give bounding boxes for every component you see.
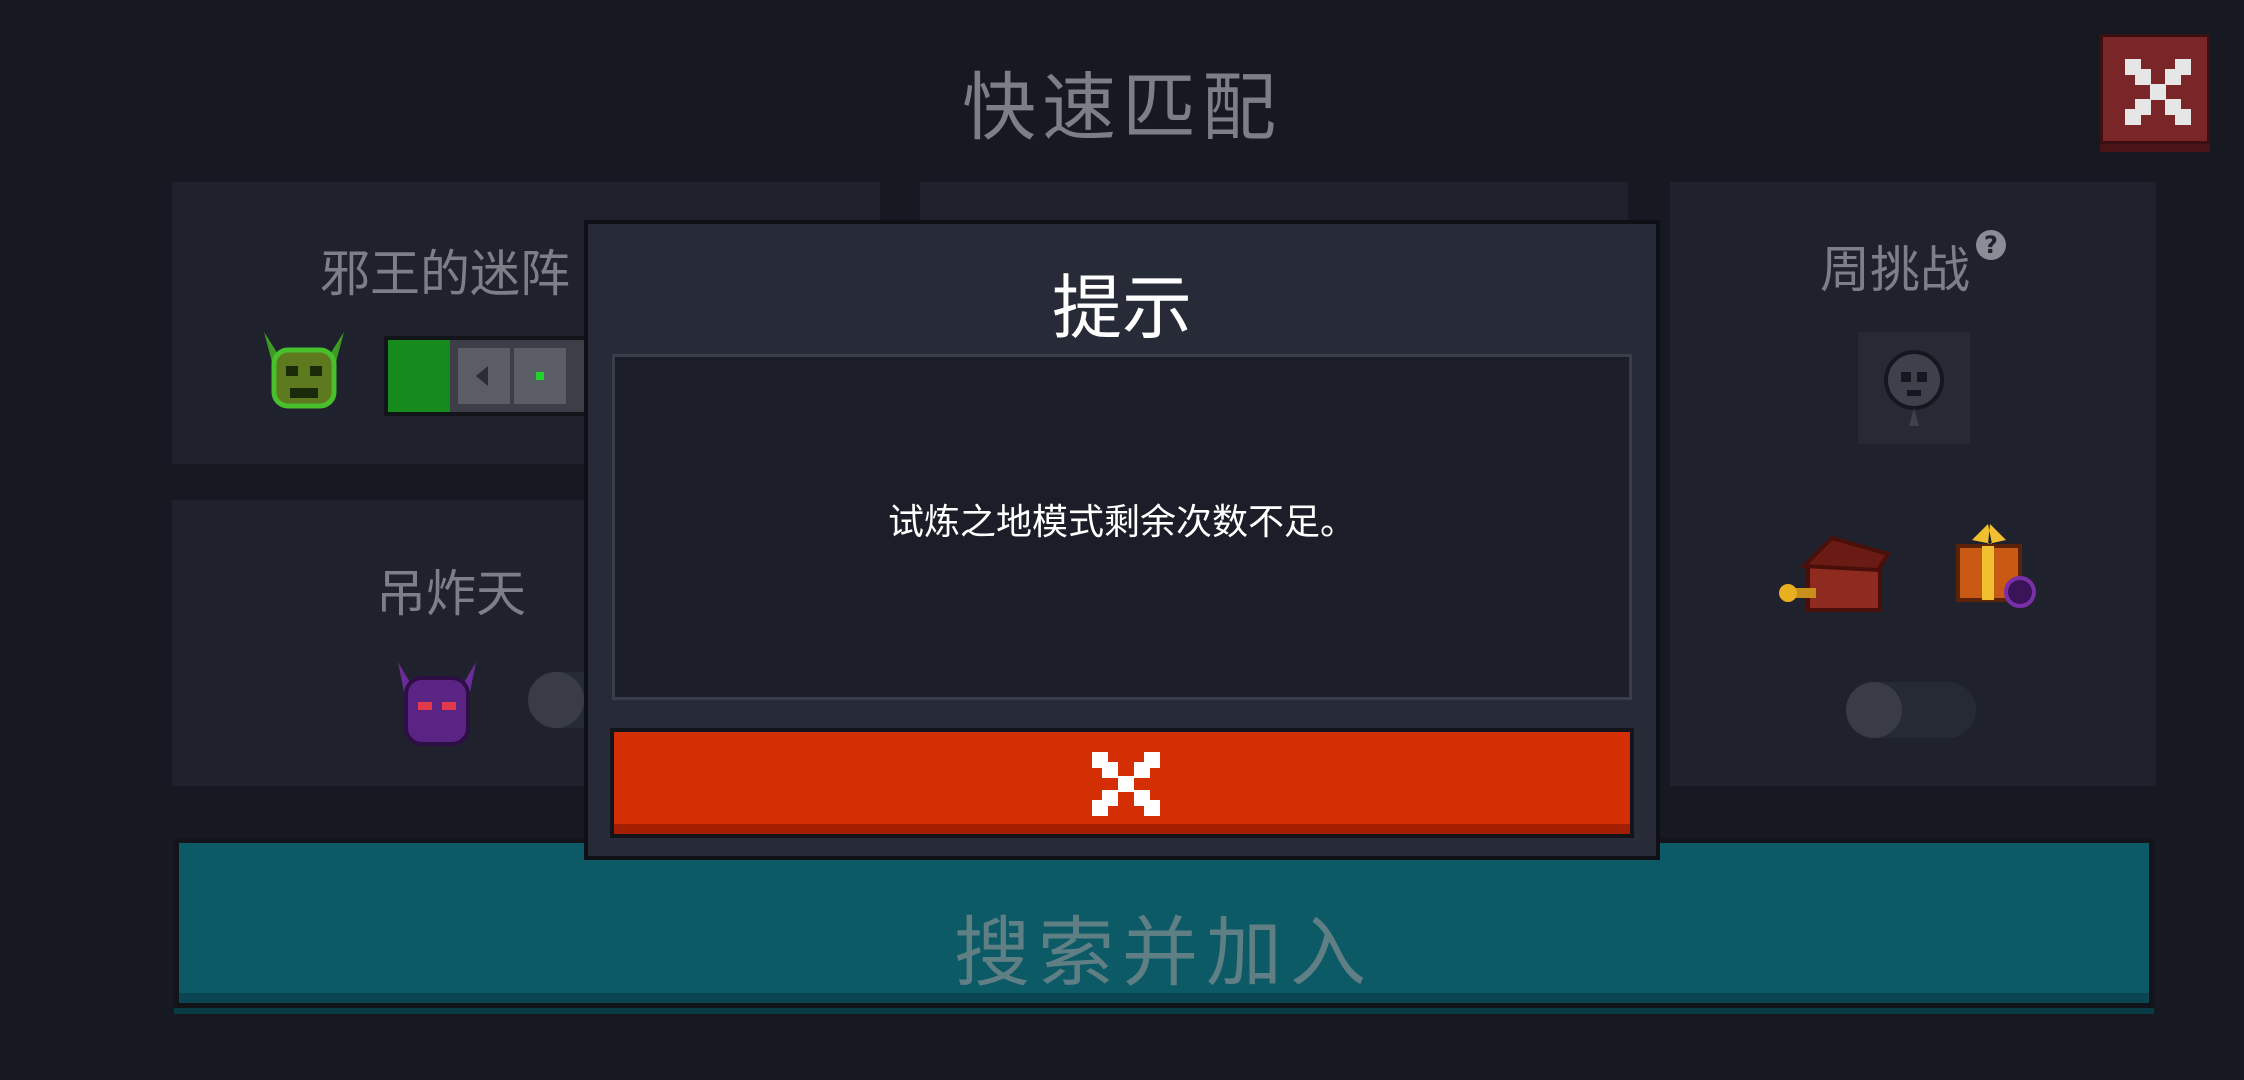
card-weekly-challenge[interactable]: 周挑战? bbox=[1670, 182, 2156, 786]
dialog-close-button[interactable] bbox=[610, 728, 1634, 838]
search-and-join-button[interactable]: 搜索并加入 bbox=[174, 838, 2154, 1008]
dialog-body: 试炼之地模式剩余次数不足。 bbox=[612, 354, 1632, 700]
gray-skull-balloon-icon bbox=[1884, 350, 1944, 426]
alert-dialog: 提示 试炼之地模式剩余次数不足。 bbox=[584, 220, 1660, 860]
card-title: 周挑战? bbox=[1670, 230, 2156, 302]
dialog-message: 试炼之地模式剩余次数不足。 bbox=[887, 502, 1356, 543]
search-and-join-label: 搜索并加入 bbox=[954, 908, 1374, 997]
toggle-switch[interactable] bbox=[1846, 682, 1976, 738]
horned-skull-icon bbox=[264, 332, 344, 409]
weekly-icon-slot bbox=[1858, 332, 1970, 444]
question-icon[interactable]: ? bbox=[1976, 230, 2006, 260]
close-icon bbox=[1092, 752, 1160, 816]
selector-left-arrow[interactable] bbox=[458, 348, 510, 404]
toggle-knob bbox=[1846, 682, 1902, 738]
difficulty-selector[interactable] bbox=[384, 336, 614, 416]
selector-dot bbox=[514, 348, 566, 404]
close-button[interactable] bbox=[2100, 34, 2210, 144]
selector-fill bbox=[388, 340, 450, 412]
gift-box-icon bbox=[1956, 524, 2036, 608]
toggle-knob bbox=[528, 672, 584, 728]
treasure-chest-key-icon bbox=[1779, 535, 1892, 612]
dialog-title: 提示 bbox=[1052, 267, 1192, 349]
page-title: 快速匹配 bbox=[962, 65, 1282, 151]
close-icon bbox=[2125, 59, 2191, 125]
card-title-text: 周挑战 bbox=[1820, 241, 1970, 299]
purple-demon-helmet-icon bbox=[398, 662, 476, 746]
